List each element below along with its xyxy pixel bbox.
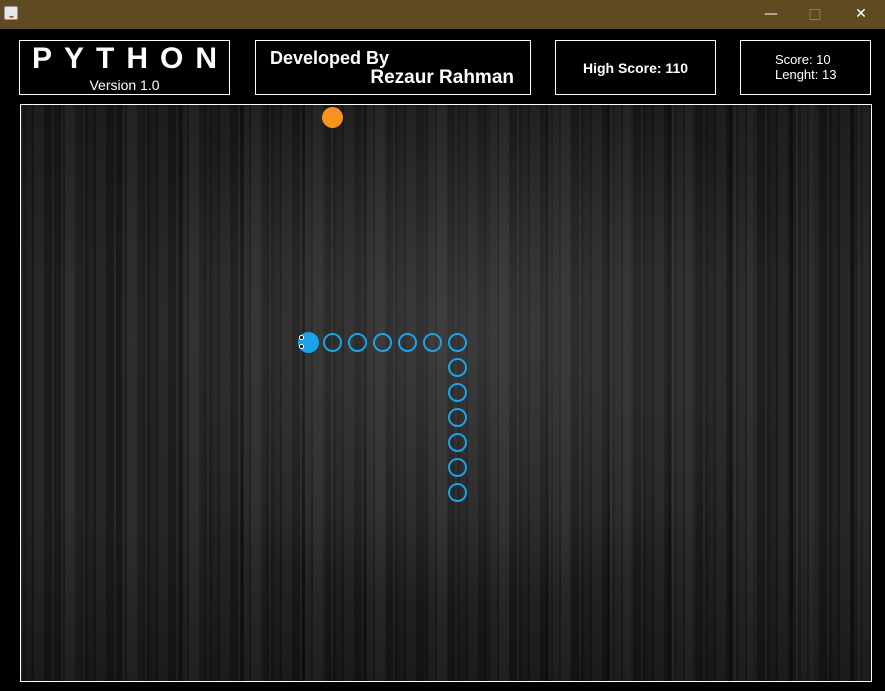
version-label: Version 1.0 <box>89 77 160 93</box>
game-board[interactable] <box>20 104 872 682</box>
snake-body-segment <box>398 333 417 352</box>
developer-panel: Developed By Rezaur Rahman <box>255 40 531 95</box>
java-app-icon <box>4 6 18 20</box>
snake-body-segment <box>448 483 467 502</box>
snake-body-segment <box>448 383 467 402</box>
snake-body-segment <box>448 433 467 452</box>
title-panel: PYTHON Version 1.0 <box>19 40 230 95</box>
food-pellet <box>322 107 343 128</box>
score-panel: Score: 10 Lenght: 13 <box>740 40 871 95</box>
game-title: PYTHON <box>32 42 230 75</box>
snake-eye <box>299 344 304 349</box>
maximize-button[interactable]: □ <box>792 0 838 29</box>
score-label: Score: 10 <box>775 52 831 67</box>
snake-body-segment <box>448 358 467 377</box>
snake-body-segment <box>448 333 467 352</box>
snake-eye <box>299 335 304 340</box>
window-titlebar[interactable]: — □ ✕ <box>0 0 885 29</box>
high-score-label: High Score: 110 <box>582 60 689 76</box>
snake-body-segment <box>448 458 467 477</box>
snake-body-segment <box>373 333 392 352</box>
developed-by-label: Developed By <box>270 48 390 68</box>
close-button[interactable]: ✕ <box>838 0 884 29</box>
snake-body-segment <box>348 333 367 352</box>
high-score-panel: High Score: 110 <box>555 40 716 95</box>
snake-body-segment <box>448 408 467 427</box>
snake-body-segment <box>323 333 342 352</box>
minimize-button[interactable]: — <box>748 0 794 29</box>
snake-body-segment <box>423 333 442 352</box>
snake-head <box>298 332 319 353</box>
developer-name: Rezaur Rahman <box>370 67 514 88</box>
length-label: Lenght: 13 <box>775 67 837 82</box>
